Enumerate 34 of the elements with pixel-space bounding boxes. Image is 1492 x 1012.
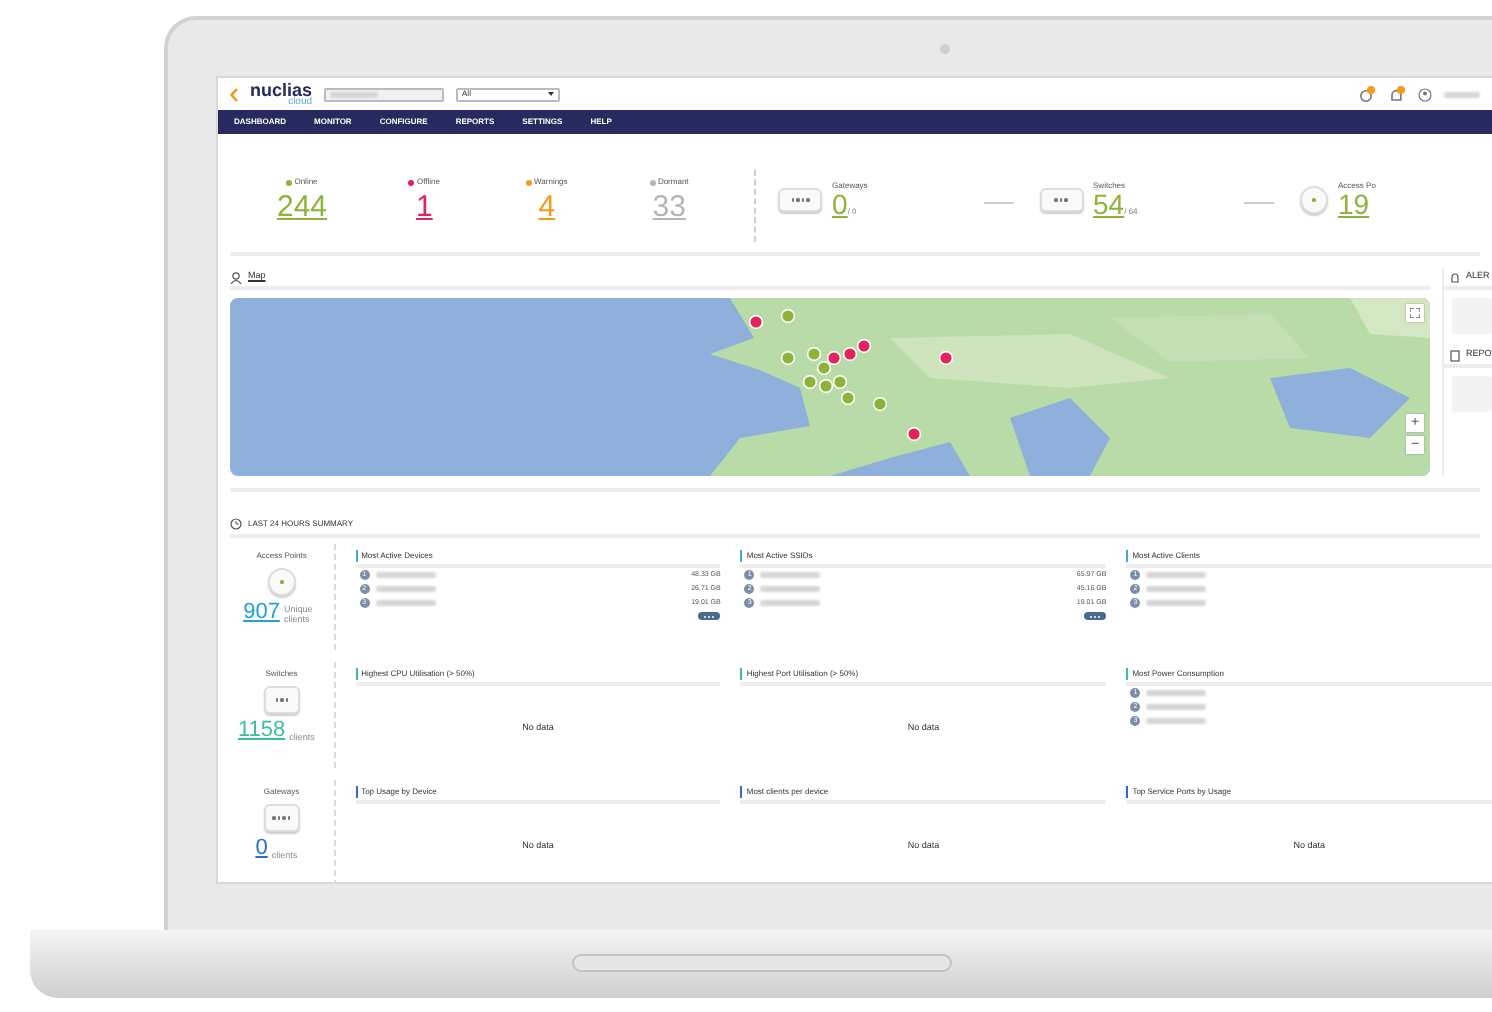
gateway-icon xyxy=(263,804,300,832)
redacted-text xyxy=(1146,586,1207,592)
more-button[interactable] xyxy=(698,612,721,620)
redacted-text xyxy=(760,600,821,606)
redacted-text xyxy=(760,586,821,592)
redacted-text xyxy=(1146,690,1207,696)
redacted-text xyxy=(1146,600,1207,606)
camera-icon xyxy=(940,44,950,54)
switch-icon xyxy=(263,686,300,714)
redacted-text xyxy=(375,586,436,592)
bell-icon xyxy=(1450,271,1460,283)
redacted-text xyxy=(375,600,436,606)
user-icon xyxy=(1418,87,1432,101)
client-count[interactable]: 0 xyxy=(255,838,268,860)
status-count[interactable]: 1 xyxy=(416,193,433,221)
redacted-text xyxy=(1146,572,1207,578)
more-button[interactable] xyxy=(1084,612,1107,620)
redacted-text xyxy=(375,572,436,578)
access-point-icon xyxy=(267,568,296,596)
location-icon xyxy=(230,271,242,283)
redacted-text xyxy=(760,572,821,578)
switch-icon xyxy=(1039,188,1084,212)
logo-text: nuclias xyxy=(250,81,313,97)
caret-icon xyxy=(548,92,555,96)
gateway-icon xyxy=(778,188,823,212)
report-icon xyxy=(1450,349,1460,361)
fullscreen-button[interactable] xyxy=(1406,304,1424,322)
bell-icon xyxy=(1388,85,1406,103)
fullscreen-icon xyxy=(1410,307,1420,318)
access-point-icon xyxy=(1300,186,1329,214)
chevron-logo-icon xyxy=(230,87,238,101)
redacted-text xyxy=(1146,704,1207,710)
clock-icon xyxy=(230,517,242,529)
redacted-text xyxy=(1146,718,1207,724)
